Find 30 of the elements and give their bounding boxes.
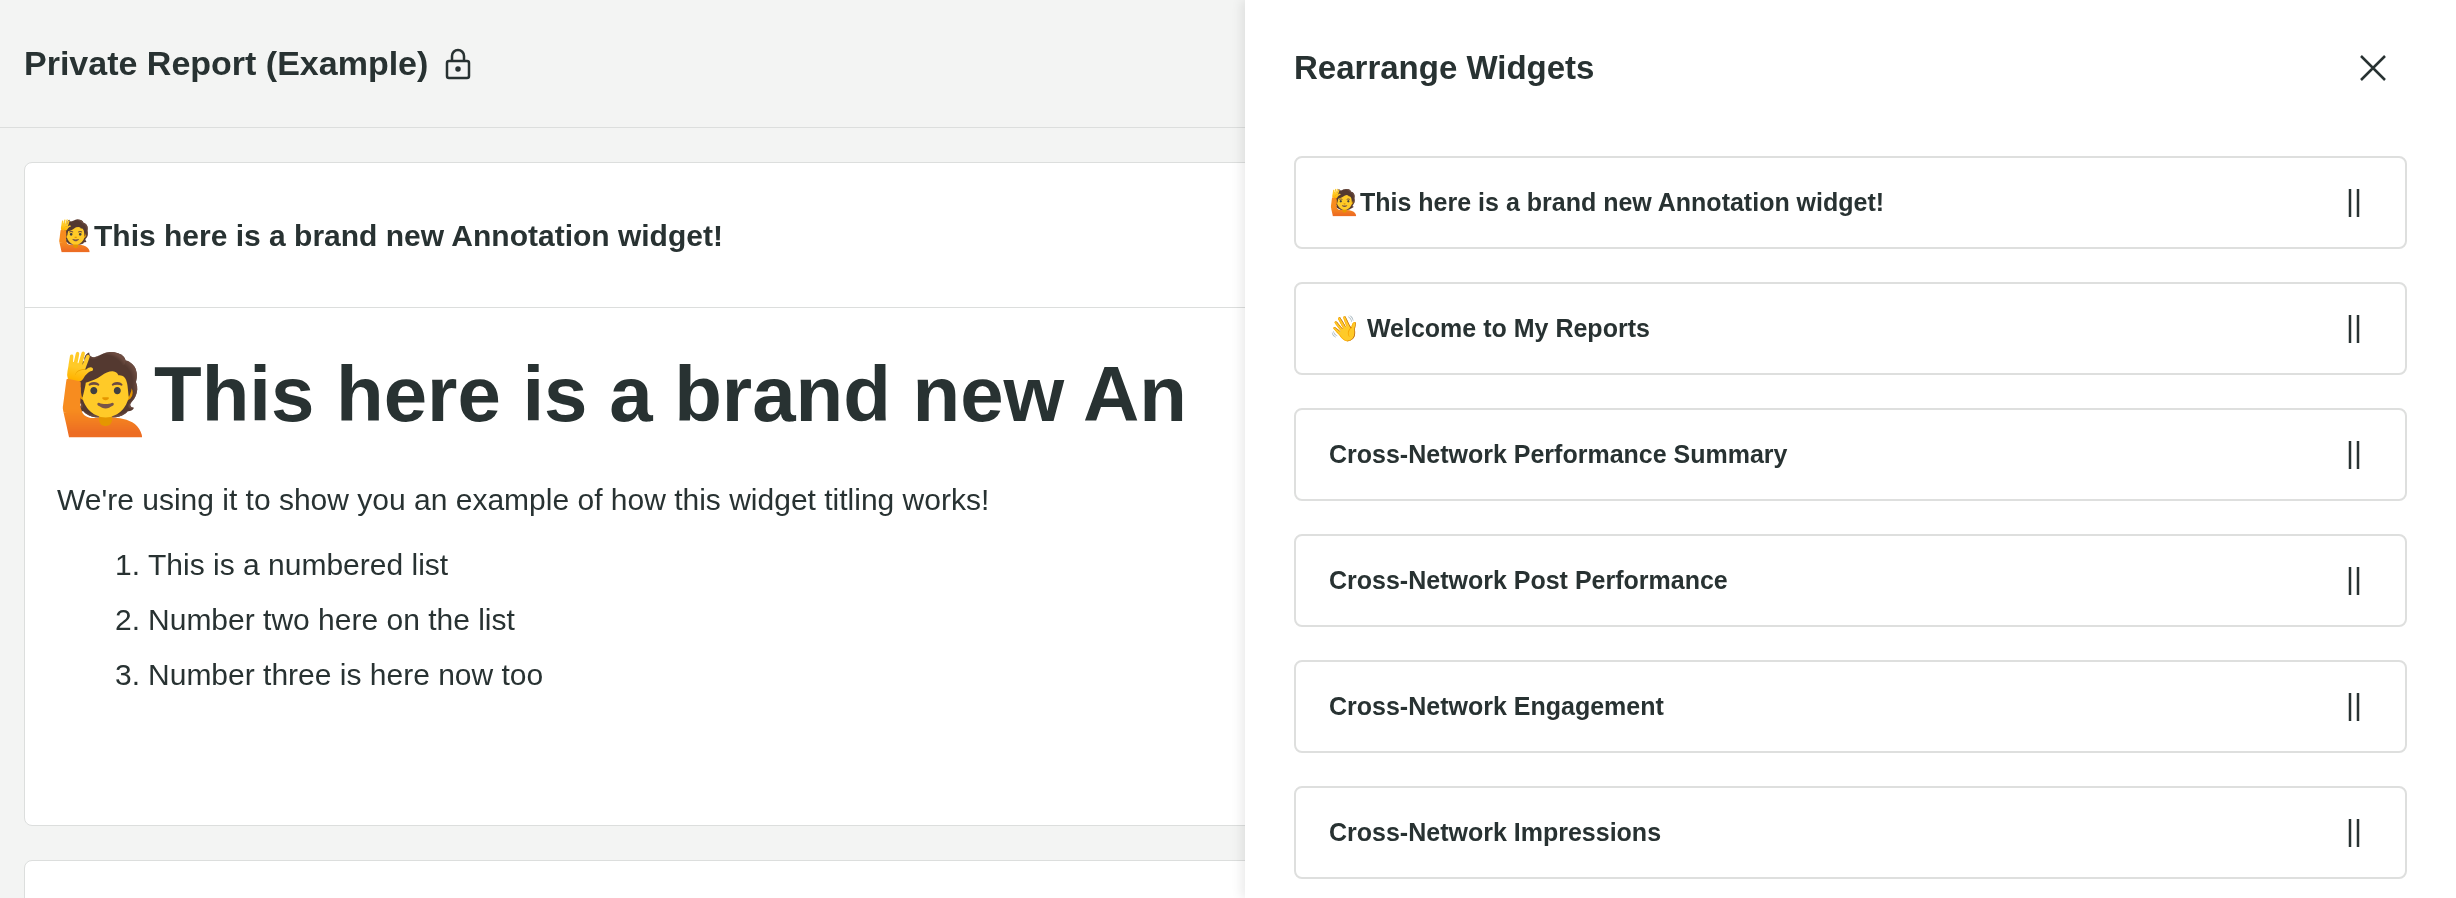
panel-title: Rearrange Widgets: [1294, 48, 1595, 89]
widget-label: 🙋This here is a brand new Annotation widget!: [1329, 186, 1885, 218]
widget-row[interactable]: Cross-Network Post Performance: [1294, 534, 2407, 627]
close-icon: [2359, 54, 2387, 82]
list-item: This is a numbered list: [148, 547, 449, 584]
annotation-paragraph: We're using it to show you an example of how this widget titling works!: [57, 482, 991, 519]
annotation-heading: 🙋This here is a brand new An: [57, 349, 1187, 440]
widget-label: Cross-Network Impressions: [1329, 816, 1662, 848]
card-title: 🙋This here is a brand new Annotation widget!: [57, 217, 723, 254]
drag-handle-icon[interactable]: [2347, 313, 2361, 344]
widget-row[interactable]: Cross-Network Impressions: [1294, 786, 2407, 879]
list-number: 2.: [115, 602, 141, 639]
widget-row[interactable]: Cross-Network Engagement: [1294, 660, 2407, 753]
list-item: Number three is here now too: [148, 657, 544, 694]
drag-handle-icon[interactable]: [2347, 817, 2361, 848]
widget-row[interactable]: 👋 Welcome to My Reports: [1294, 282, 2407, 375]
widget-row[interactable]: 🙋This here is a brand new Annotation widget!: [1294, 156, 2407, 249]
list-item: Number two here on the list: [148, 602, 515, 639]
list-number: 1.: [115, 547, 141, 584]
widget-row[interactable]: Cross-Network Performance Summary: [1294, 408, 2407, 501]
widget-label: Cross-Network Engagement: [1329, 690, 1664, 722]
drag-handle-icon[interactable]: [2347, 565, 2361, 596]
widget-label: Cross-Network Performance Summary: [1329, 438, 1788, 470]
drag-handle-icon[interactable]: [2347, 187, 2361, 218]
widget-label: Cross-Network Post Performance: [1329, 564, 1728, 596]
list-number: 3.: [115, 657, 141, 694]
widget-label: 👋 Welcome to My Reports: [1329, 312, 1650, 344]
drag-handle-icon[interactable]: [2347, 691, 2361, 722]
report-title: Private Report (Example): [24, 43, 429, 84]
drag-handle-icon[interactable]: [2347, 439, 2361, 470]
